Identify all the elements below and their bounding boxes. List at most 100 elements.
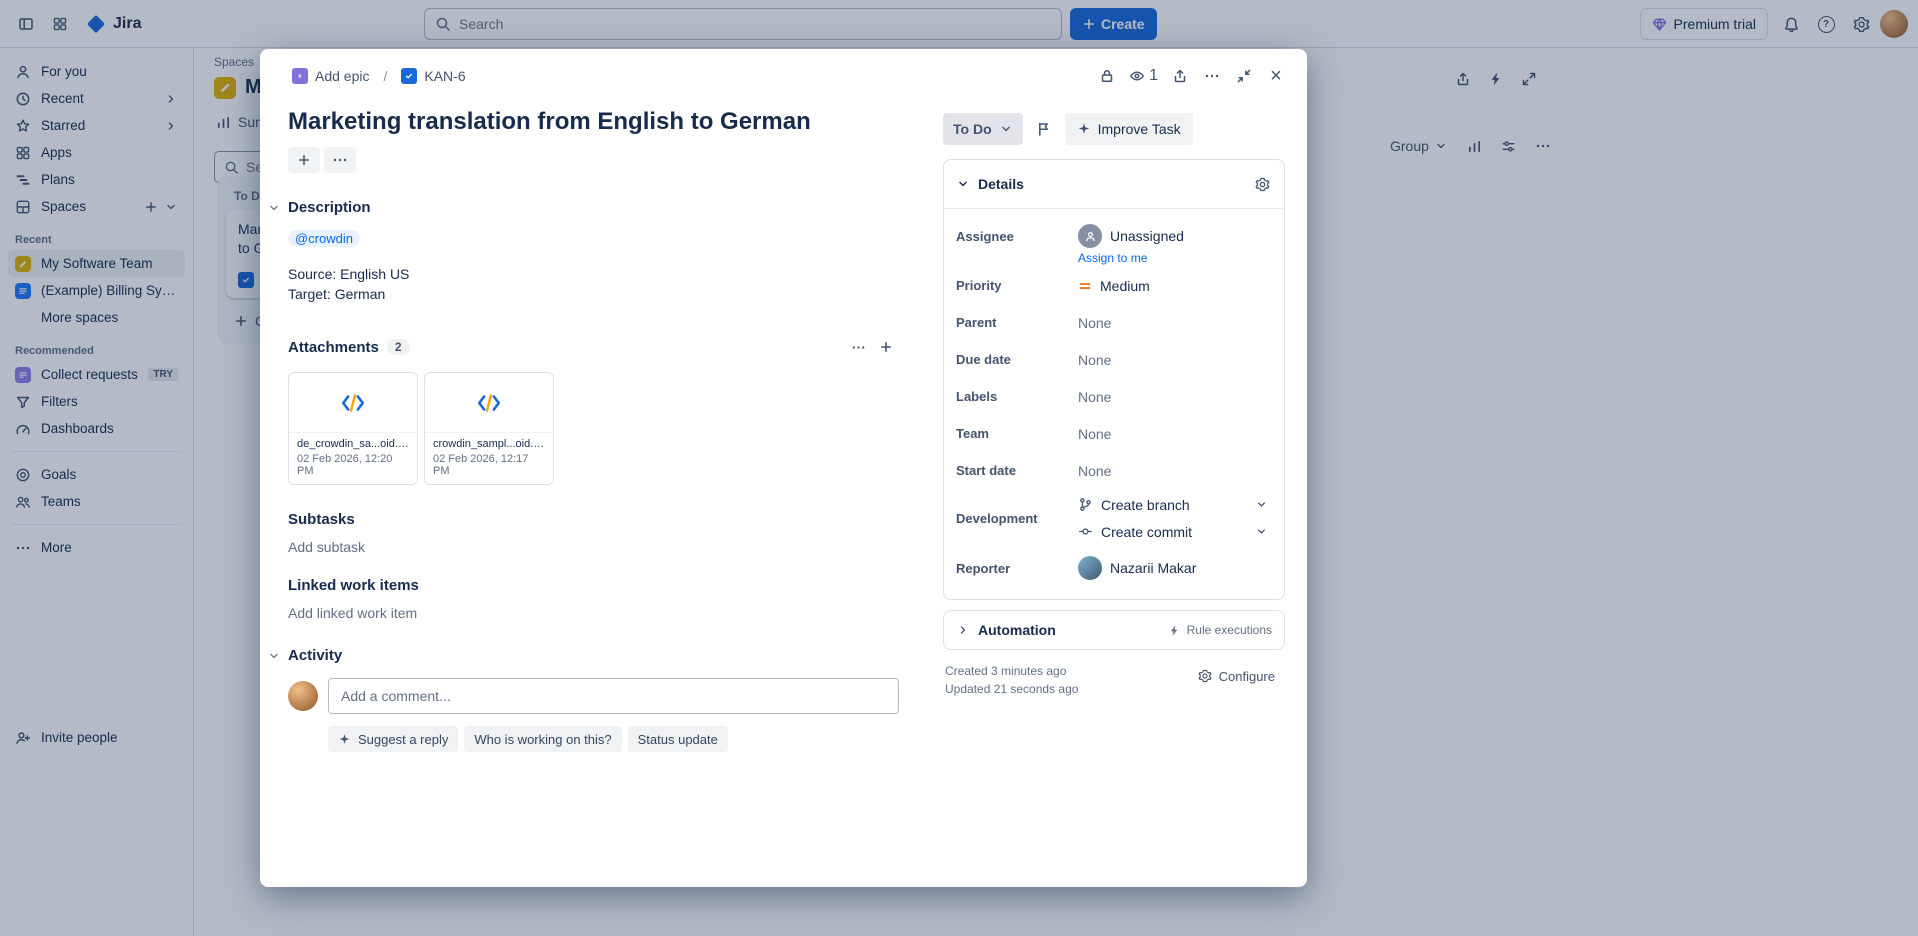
chevron-down-icon[interactable]	[267, 201, 281, 215]
subtasks-heading: Subtasks	[288, 511, 355, 528]
linked-work-section: Linked work items Add linked work item	[288, 577, 899, 621]
add-epic-button[interactable]: Add epic	[286, 64, 375, 88]
updated-timestamp: Updated 21 seconds ago	[945, 680, 1078, 698]
collapse-modal-button[interactable]	[1229, 61, 1259, 91]
add-content-button[interactable]	[288, 147, 320, 173]
quick-reply-suggest[interactable]: Suggest a reply	[328, 726, 458, 752]
watch-count: 1	[1149, 67, 1158, 85]
activity-heading: Activity	[288, 647, 342, 664]
field-development: Development Create branch Create commit	[956, 489, 1274, 547]
field-labels: Labels None	[956, 378, 1274, 415]
lock-icon	[1099, 68, 1115, 84]
details-heading: Details	[978, 176, 1024, 192]
created-timestamp: Created 3 minutes ago	[945, 662, 1078, 680]
attachments-section: Attachments 2 de_crowdin_sa...oid.xml 02…	[288, 334, 899, 485]
attachment-filename: de_crowdin_sa...oid.xml	[297, 438, 409, 450]
chevron-down-icon[interactable]	[956, 177, 970, 191]
chevron-right-icon	[956, 623, 970, 637]
attachments-more-button[interactable]	[845, 334, 871, 360]
automation-panel[interactable]: Automation Rule executions	[943, 610, 1285, 650]
field-assignee: Assignee Unassigned Assign to me	[956, 217, 1274, 267]
add-linked-work-button[interactable]: Add linked work item	[288, 605, 899, 621]
git-branch-icon	[1078, 497, 1093, 512]
flag-button[interactable]	[1029, 114, 1059, 144]
current-user-avatar	[288, 681, 318, 711]
improve-task-button[interactable]: Improve Task	[1065, 113, 1193, 145]
content-more-button[interactable]	[324, 147, 356, 173]
unassigned-avatar-icon	[1078, 224, 1102, 248]
issue-key: KAN-6	[424, 68, 465, 84]
epic-icon	[292, 68, 308, 84]
subtasks-section: Subtasks Add subtask	[288, 511, 899, 555]
priority-medium-icon	[1078, 279, 1092, 293]
due-date-value[interactable]: None	[1078, 352, 1111, 368]
team-value[interactable]: None	[1078, 426, 1111, 442]
plus-icon	[879, 340, 893, 354]
issue-meta-footer: Created 3 minutes ago Updated 21 seconds…	[943, 662, 1285, 698]
configure-button[interactable]: Configure	[1190, 662, 1283, 690]
modal-more-button[interactable]	[1197, 61, 1227, 91]
field-priority: Priority Medium	[956, 267, 1274, 304]
field-due-date: Due date None	[956, 341, 1274, 378]
assign-to-me-link[interactable]: Assign to me	[1078, 251, 1147, 265]
modal-header: Add epic / KAN-6 1 ×	[260, 49, 1307, 91]
rule-executions-label: Rule executions	[1187, 623, 1272, 637]
field-parent: Parent None	[956, 304, 1274, 341]
add-subtask-button[interactable]: Add subtask	[288, 539, 899, 555]
attachments-heading: Attachments	[288, 339, 379, 356]
status-row: To Do Improve Task	[943, 113, 1285, 145]
priority-value[interactable]: Medium	[1078, 278, 1150, 294]
restrict-access-button[interactable]	[1092, 61, 1122, 91]
quick-reply-row: Suggest a reply Who is working on this? …	[328, 726, 899, 752]
gear-icon	[1198, 669, 1212, 683]
xml-file-icon	[476, 390, 502, 416]
share-icon	[1172, 68, 1188, 84]
chevron-down-icon	[1255, 498, 1268, 511]
start-date-value[interactable]: None	[1078, 463, 1111, 479]
mention-chip[interactable]: @crowdin	[288, 230, 360, 247]
more-horizontal-icon	[1204, 68, 1220, 84]
field-start-date: Start date None	[956, 452, 1274, 489]
create-commit-row[interactable]: Create commit	[1078, 518, 1274, 545]
quick-reply-who-working[interactable]: Who is working on this?	[464, 726, 621, 752]
comment-input[interactable]	[328, 678, 899, 714]
breadcrumb-separator: /	[381, 68, 389, 84]
close-icon: ×	[1270, 66, 1282, 86]
assignee-value[interactable]: Unassigned	[1078, 224, 1184, 248]
attachment-card[interactable]: de_crowdin_sa...oid.xml 02 Feb 2026, 12:…	[288, 372, 418, 485]
chevron-down-icon[interactable]	[267, 649, 281, 663]
commit-options-button[interactable]	[1248, 520, 1274, 544]
close-modal-button[interactable]: ×	[1261, 61, 1291, 91]
branch-options-button[interactable]	[1248, 493, 1274, 517]
description-section: Description @crowdin Source: English US …	[288, 199, 899, 304]
share-button[interactable]	[1165, 61, 1195, 91]
attachment-card[interactable]: crowdin_sampl...oid.xml 02 Feb 2026, 12:…	[424, 372, 554, 485]
watch-button[interactable]: 1	[1124, 61, 1163, 91]
issue-title: Marketing translation from English to Ge…	[288, 107, 899, 137]
field-reporter: Reporter Nazarii Makar	[956, 547, 1274, 589]
description-source-line: Source: English US	[288, 264, 899, 284]
more-horizontal-icon	[332, 152, 348, 168]
chevron-down-icon	[999, 122, 1013, 136]
issue-key-button[interactable]: KAN-6	[395, 64, 471, 88]
gear-icon	[1255, 177, 1270, 192]
description-target-line: Target: German	[288, 284, 899, 304]
create-branch-row[interactable]: Create branch	[1078, 491, 1274, 518]
activity-section: Activity Suggest a reply Who is working …	[288, 647, 899, 752]
add-attachment-button[interactable]	[873, 334, 899, 360]
collapse-icon	[1236, 68, 1252, 84]
ai-sparkle-icon	[1077, 122, 1091, 136]
description-body[interactable]: @crowdin Source: English US Target: Germ…	[288, 228, 899, 304]
details-settings-button[interactable]	[1248, 170, 1276, 198]
reporter-value[interactable]: Nazarii Makar	[1078, 556, 1196, 580]
issue-toolbar	[288, 147, 899, 173]
status-dropdown[interactable]: To Do	[943, 113, 1023, 145]
labels-value[interactable]: None	[1078, 389, 1111, 405]
ai-sparkle-icon	[338, 733, 351, 746]
task-icon	[401, 68, 417, 84]
flag-icon	[1036, 121, 1052, 137]
description-heading: Description	[288, 199, 371, 216]
quick-reply-status-update[interactable]: Status update	[628, 726, 728, 752]
parent-value[interactable]: None	[1078, 315, 1111, 331]
eye-icon	[1129, 68, 1145, 84]
